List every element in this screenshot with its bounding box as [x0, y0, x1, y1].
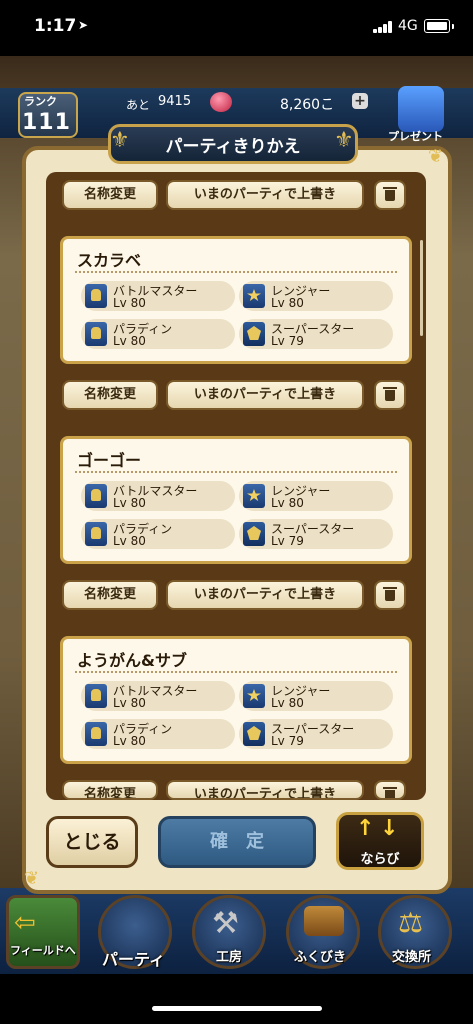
- party-member: スーパースター Lv 79: [239, 719, 393, 749]
- paladin-icon: [85, 522, 107, 546]
- member-level: Lv 80: [113, 296, 146, 310]
- rank-label: ランク: [24, 95, 57, 108]
- corner-ornament-icon: ❦: [428, 146, 444, 167]
- party-member: レンジャー Lv 80: [239, 681, 393, 711]
- delete-party-button[interactable]: [374, 780, 406, 800]
- modal-title: パーティきりかえ: [165, 137, 301, 157]
- close-button[interactable]: とじる: [46, 816, 138, 868]
- battle-master-icon: [85, 484, 107, 508]
- delete-party-button[interactable]: [374, 380, 406, 410]
- party-member: スーパースター Lv 79: [239, 519, 393, 549]
- superstar-icon: [243, 522, 265, 546]
- rename-button[interactable]: 名称変更: [62, 780, 158, 800]
- confirm-button[interactable]: 確定: [158, 816, 316, 868]
- list-scrollbar[interactable]: [420, 240, 423, 336]
- party-member: バトルマスター Lv 80: [81, 281, 235, 311]
- ranger-icon: [243, 484, 265, 508]
- ranger-icon: [243, 284, 265, 308]
- party-member: スーパースター Lv 79: [239, 319, 393, 349]
- party-member: パラディン Lv 80: [81, 319, 235, 349]
- member-level: Lv 79: [271, 534, 304, 548]
- back-arrow-icon: ⇦: [14, 908, 36, 938]
- party-name-divider: [75, 471, 397, 473]
- battle-master-icon: [85, 684, 107, 708]
- member-level: Lv 80: [113, 734, 146, 748]
- superstar-icon: [243, 322, 265, 346]
- rename-button[interactable]: 名称変更: [62, 580, 158, 610]
- gem-icon: [210, 92, 232, 112]
- corner-ornament-icon: ❦: [24, 868, 40, 889]
- party-member: バトルマスター Lv 80: [81, 481, 235, 511]
- rename-button[interactable]: 名称変更: [62, 380, 158, 410]
- member-level: Lv 80: [271, 496, 304, 510]
- party-name: ようがん&サブ: [77, 651, 187, 670]
- member-level: Lv 79: [271, 734, 304, 748]
- fleur-ornament-icon: ⚜: [110, 128, 130, 153]
- paladin-icon: [85, 722, 107, 746]
- party-name: ゴーゴー: [77, 451, 142, 470]
- party-nav-label: パーティ: [102, 950, 166, 969]
- delete-party-button[interactable]: [374, 580, 406, 610]
- gem-count: 8,260こ: [280, 97, 335, 113]
- hammer-icon: ⚒: [212, 906, 239, 941]
- home-indicator: [152, 1006, 322, 1011]
- party-member: レンジャー Lv 80: [239, 481, 393, 511]
- paladin-icon: [85, 322, 107, 346]
- party-name-divider: [75, 271, 397, 273]
- battery-tip: [452, 24, 454, 29]
- rank-value: 111: [22, 110, 71, 135]
- overwrite-button[interactable]: いまのパーティで上書き: [166, 580, 364, 610]
- exp-remaining-value: 9415: [158, 94, 192, 109]
- superstar-icon: [243, 722, 265, 746]
- battle-master-icon: [85, 284, 107, 308]
- party-card[interactable]: ゴーゴーバトルマスター Lv 80 レンジャー Lv 80 パラディン Lv 80 スーパー…: [60, 436, 412, 564]
- party-card[interactable]: スカラベバトルマスター Lv 80 レンジャー Lv 80 パラディン Lv 80 スーパー…: [60, 236, 412, 364]
- location-arrow-icon: ➤: [78, 18, 89, 32]
- field-nav-label: フィールドへ: [10, 944, 76, 957]
- party-name-divider: [75, 671, 397, 673]
- overwrite-button[interactable]: いまのパーティで上書き: [166, 180, 364, 210]
- party-member: バトルマスター Lv 80: [81, 681, 235, 711]
- member-level: Lv 80: [271, 296, 304, 310]
- present-label: プレゼント: [388, 130, 443, 143]
- member-level: Lv 80: [113, 534, 146, 548]
- treasure-chest-icon: [304, 906, 344, 936]
- party-member: パラディン Lv 80: [81, 719, 235, 749]
- party-member: レンジャー Lv 80: [239, 281, 393, 311]
- battery-icon: [424, 19, 450, 33]
- overwrite-button[interactable]: いまのパーティで上書き: [166, 380, 364, 410]
- party-member: パラディン Lv 80: [81, 519, 235, 549]
- delete-party-button[interactable]: [374, 180, 406, 210]
- status-time: 1:17: [34, 16, 77, 36]
- add-gems-button[interactable]: +: [352, 93, 368, 109]
- scales-icon: ⚖: [398, 906, 424, 939]
- member-level: Lv 79: [271, 334, 304, 348]
- sort-up-arrow-icon: ↑: [356, 816, 375, 841]
- member-level: Lv 80: [113, 496, 146, 510]
- sort-down-arrow-icon: ↓: [380, 816, 399, 841]
- member-level: Lv 80: [113, 696, 146, 710]
- sort-label: ならび: [360, 852, 400, 867]
- party-name: スカラベ: [77, 251, 142, 270]
- ranger-icon: [243, 684, 265, 708]
- fleur-ornament-icon: ⚜: [334, 128, 354, 153]
- member-level: Lv 80: [113, 334, 146, 348]
- exchange-nav-label: 交換所: [392, 950, 432, 965]
- network-type: 4G: [398, 18, 418, 34]
- member-level: Lv 80: [271, 696, 304, 710]
- present-icon[interactable]: [398, 86, 444, 132]
- party-card[interactable]: ようがん&サブバトルマスター Lv 80 レンジャー Lv 80 パラディン Lv 80 ス…: [60, 636, 412, 764]
- workshop-nav-label: 工房: [216, 950, 243, 965]
- lottery-nav-label: ふくびき: [294, 950, 347, 965]
- rename-button[interactable]: 名称変更: [62, 180, 158, 210]
- exp-remaining-label: あと: [126, 98, 151, 112]
- overwrite-button[interactable]: いまのパーティで上書き: [166, 780, 364, 800]
